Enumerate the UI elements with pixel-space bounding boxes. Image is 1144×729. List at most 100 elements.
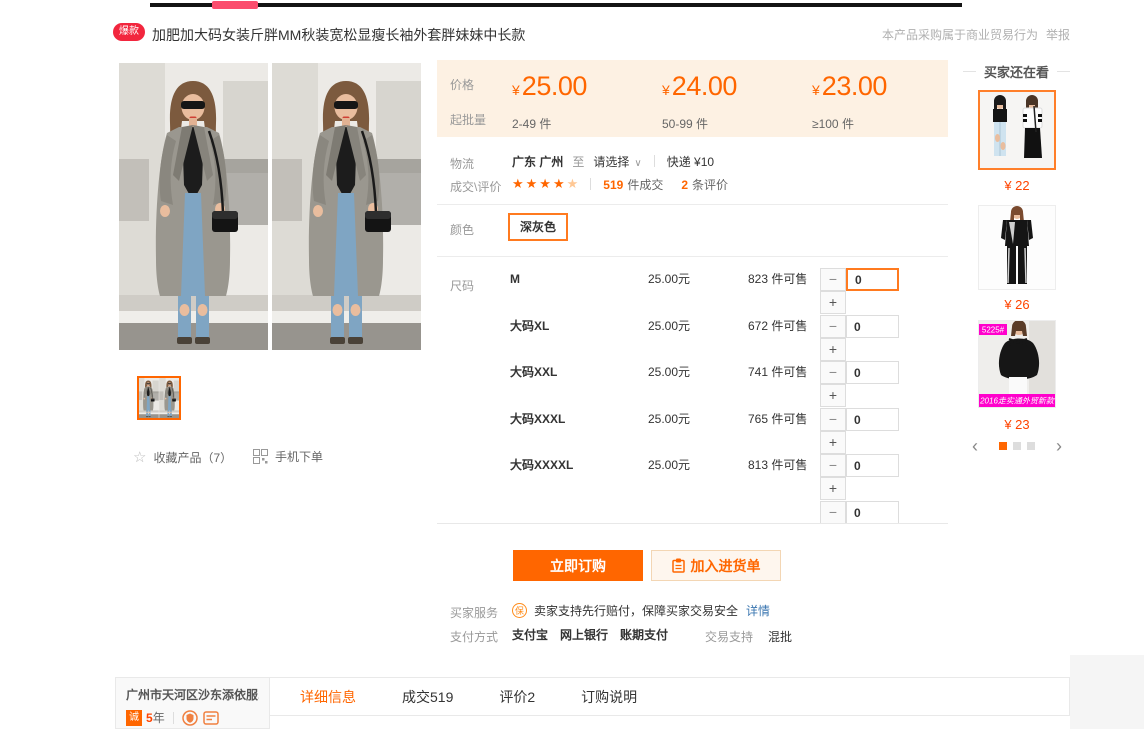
qty-input[interactable] — [846, 454, 899, 477]
moq-label: 起批量 — [450, 111, 486, 128]
tier-quantity: ≥100 件 — [812, 115, 854, 132]
size-stock: 823 件可售 — [748, 268, 807, 291]
qty-increase-button[interactable]: + — [820, 384, 846, 407]
carousel-prev-button[interactable]: ‹ — [972, 439, 978, 453]
related-product-card[interactable]: 5225# 2016走实通外贸新款 — [978, 320, 1056, 408]
size-stock: 672 件可售 — [748, 315, 807, 338]
product-title: 加肥加大码女装斤胖MM秋装宽松显瘦长袖外套胖妹妹中长款 — [152, 25, 525, 45]
deals-count-link[interactable]: 519件成交 — [603, 176, 663, 193]
qty-decrease-button[interactable]: − — [820, 454, 846, 477]
payment-row: 支付宝 网上银行 账期支付 — [512, 625, 680, 643]
related-product-price: ¥ 22 — [978, 178, 1056, 193]
payment-method: 账期支付 — [620, 626, 668, 643]
qty-input[interactable] — [846, 315, 899, 338]
tier-price: 23.00 — [822, 71, 887, 101]
integrity-badge: 诚 — [126, 710, 142, 726]
color-option-dark-gray[interactable]: 深灰色 — [508, 213, 568, 241]
qty-input[interactable] — [846, 361, 899, 384]
ship-origin: 广东 广州 — [512, 153, 563, 170]
seller-years-suffix: 年 — [153, 709, 165, 726]
size-price: 25.00元 — [648, 315, 690, 338]
carousel-dot[interactable] — [1013, 442, 1021, 450]
service-details-link[interactable]: 详情 — [746, 602, 770, 619]
size-list: M 25.00元 823 件可售 − + 大码XL 25.00元 672 件可售… — [437, 262, 948, 523]
image-thumbnail[interactable] — [137, 376, 181, 420]
payment-method: 支付宝 — [512, 626, 548, 643]
tab-deals[interactable]: 成交519 — [402, 687, 453, 707]
guarantee-shield-icon: 保 — [512, 603, 527, 618]
order-now-button[interactable]: 立即订购 — [513, 550, 643, 581]
star-outline-icon: ☆ — [133, 448, 146, 466]
related-product-image — [980, 92, 1054, 168]
size-name: 大码XXXXL — [510, 454, 573, 477]
size-stock: 741 件可售 — [748, 361, 807, 384]
qty-decrease-button[interactable]: − — [820, 501, 846, 523]
trade-support-value: 混批 — [768, 628, 792, 645]
trade-support-label: 交易支持 — [705, 628, 753, 645]
related-product-price: ¥ 26 — [978, 297, 1056, 312]
service-text: 卖家支持先行赔付，保障买家交易安全 — [534, 602, 738, 619]
hot-badge: 爆款 — [113, 23, 145, 41]
price-tier: ¥23.00 ≥100 件 — [812, 71, 887, 102]
price-panel: 价格 起批量 ¥25.00 2-49 件 ¥24.00 50-99 件 ¥23.… — [437, 60, 948, 137]
tab-order-notes[interactable]: 订购说明 — [581, 687, 637, 707]
favorite-label: 收藏产品（7） — [153, 449, 232, 466]
related-product-card[interactable] — [978, 205, 1056, 290]
qty-decrease-button[interactable]: − — [820, 361, 846, 384]
seller-badges: 诚 5 年 — [126, 709, 259, 726]
qty-decrease-button[interactable]: − — [820, 315, 846, 338]
product-main-image[interactable] — [119, 63, 421, 350]
mobile-order-button[interactable]: 手机下单 — [253, 448, 323, 465]
qty-input[interactable] — [846, 268, 899, 291]
seller-name[interactable]: 广州市天河区沙东添依服... — [126, 686, 259, 703]
seller-card[interactable]: 广州市天河区沙东添依服... 诚 5 年 — [115, 677, 270, 729]
qty-increase-button[interactable]: + — [820, 338, 846, 361]
carousel-dot[interactable] — [1027, 442, 1035, 450]
qty-input[interactable] — [846, 408, 899, 431]
deal-rating-row: ★★★★ ★ 519件成交 2条评价 — [512, 175, 728, 193]
destination-select[interactable]: 请选择∨ — [593, 153, 641, 170]
qty-input[interactable] — [846, 501, 899, 523]
qty-increase-button[interactable]: + — [820, 477, 846, 500]
qty-increase-button[interactable]: + — [820, 431, 846, 454]
report-link[interactable]: 举报 — [1046, 26, 1070, 43]
size-price: 25.00元 — [648, 454, 690, 477]
chevron-down-icon: ∨ — [634, 158, 641, 169]
qty-decrease-button[interactable]: − — [820, 268, 846, 291]
favorite-product-button[interactable]: ☆ 收藏产品（7） — [133, 448, 232, 466]
tab-detail-info[interactable]: 详细信息 — [300, 687, 356, 707]
size-row-partial: − — [437, 501, 948, 523]
qty-increase-button[interactable]: + — [820, 291, 846, 314]
related-product-price: ¥ 23 — [978, 417, 1056, 432]
page-background-corner — [1070, 655, 1144, 729]
size-price: 25.00元 — [648, 361, 690, 384]
add-to-purchase-list-button[interactable]: 加入进货单 — [651, 550, 781, 581]
carousel-dot-active[interactable] — [999, 442, 1007, 450]
size-row: 大码XL 25.00元 672 件可售 − + — [437, 315, 948, 361]
qr-code-icon — [253, 449, 268, 464]
tab-reviews[interactable]: 评价2 — [499, 687, 535, 707]
related-product-banner: 2016走实通外贸新款 — [979, 397, 1055, 406]
divider — [590, 178, 591, 190]
price-label: 价格 — [450, 76, 474, 93]
thumbnail-illustration — [139, 378, 179, 418]
carousel-dots — [996, 437, 1038, 455]
reviews-count-link[interactable]: 2条评价 — [681, 176, 728, 193]
ship-to-label: 至 — [572, 153, 584, 170]
carousel-next-button[interactable]: › — [1056, 439, 1062, 453]
detail-tabs-bar: 详细信息 成交519 评价2 订购说明 — [270, 677, 1070, 716]
also-viewing-title: 买家还在看 — [963, 62, 1070, 81]
related-product-image — [979, 206, 1055, 289]
related-product-tag: 5225# — [982, 326, 1005, 335]
logistics-label: 物流 — [450, 155, 474, 172]
related-product-card[interactable] — [978, 90, 1056, 170]
top-progress-bar — [150, 3, 962, 7]
top-progress-indicator — [212, 1, 258, 9]
size-price: 25.00元 — [648, 408, 690, 431]
size-name: 大码XL — [510, 315, 549, 338]
divider — [437, 523, 948, 524]
qty-decrease-button[interactable]: − — [820, 408, 846, 431]
logistics-row: 广东 广州 至 请选择∨ 快递 ¥10 — [512, 152, 714, 170]
buyer-service-row: 保 卖家支持先行赔付，保障买家交易安全 详情 — [512, 601, 770, 619]
add-cart-label: 加入进货单 — [691, 556, 761, 576]
